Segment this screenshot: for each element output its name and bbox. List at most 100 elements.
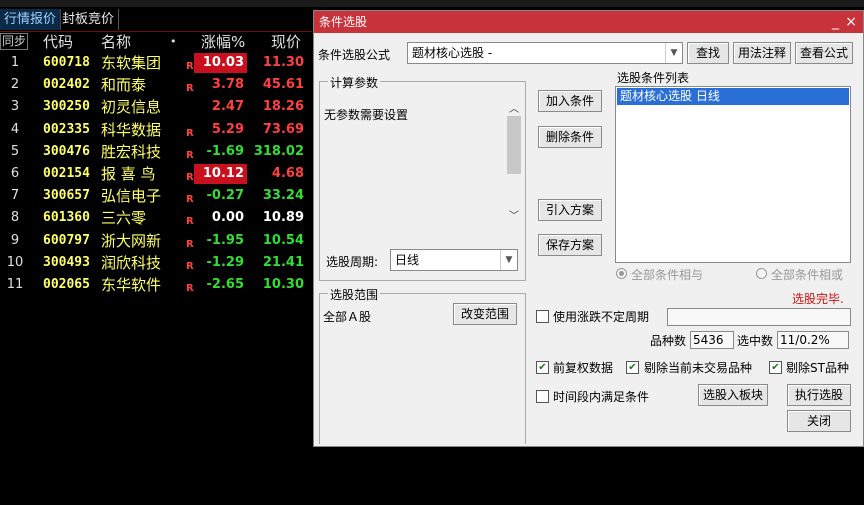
table-row[interactable]: 1 600718 东软集团 R 10.03 11.30: [0, 53, 312, 75]
import-plan-button[interactable]: 引入方案: [538, 199, 602, 221]
current-price: 73.69: [262, 121, 304, 137]
stock-name: 弘信电子: [101, 187, 162, 206]
view-formula-button[interactable]: 查看公式: [795, 42, 853, 64]
period-select[interactable]: 日线 ▼: [390, 249, 518, 271]
stock-name: 三六零: [101, 209, 147, 228]
scroll-up-icon[interactable]: ︿: [509, 100, 519, 115]
table-row[interactable]: 10 300493 润欣科技 R -1.29 21.41: [0, 253, 312, 275]
condition-list[interactable]: 题材核心选股 日线: [615, 86, 851, 263]
top-menu-strip: [0, 0, 864, 7]
delete-condition-button[interactable]: 删除条件: [538, 126, 602, 148]
table-row[interactable]: 11 002065 东华软件 R -2.65 10.30: [0, 275, 312, 297]
close-button[interactable]: 关闭: [787, 410, 851, 432]
add-condition-button[interactable]: 加入条件: [538, 90, 602, 112]
margin-flag: R: [186, 194, 194, 206]
stock-code: 300657: [43, 188, 90, 204]
change-percent: 10.12: [194, 163, 247, 184]
stock-name: 和而泰: [101, 76, 147, 95]
stock-code: 600718: [43, 55, 90, 70]
tab-quotes[interactable]: 行情报价: [0, 9, 62, 30]
use-period-checkbox[interactable]: [536, 310, 549, 323]
tab-bar: 行情报价 封板竞价: [0, 9, 312, 32]
formula-select[interactable]: 题材核心选股 - ▼: [407, 42, 683, 64]
sync-toggle[interactable]: 同步: [0, 33, 29, 50]
range-value: 全部Ａ股: [323, 310, 372, 324]
radio-and-label: 全部条件相与: [631, 268, 704, 282]
selected-label: 选中数: [737, 334, 774, 348]
formula-label: 条件选股公式: [318, 48, 391, 62]
row-index: 11: [6, 276, 24, 292]
stock-name: 科华数据: [101, 120, 162, 139]
current-price: 18.26: [262, 99, 304, 115]
time-range-checkbox[interactable]: [536, 390, 549, 403]
table-row[interactable]: 8 601360 三六零 R 0.00 10.89: [0, 208, 312, 230]
condition-list-label: 选股条件列表: [617, 71, 690, 85]
condition-select-dialog: 条件选股 _ × 条件选股公式 题材核心选股 - ▼ 查找 用法注释 查看公式 …: [313, 10, 864, 447]
scroll-thumb[interactable]: [507, 116, 521, 174]
tab-auction[interactable]: 封板竞价: [58, 9, 120, 30]
col-dot-header: •: [170, 35, 177, 48]
stock-code: 002154: [43, 165, 90, 181]
params-scrollbar[interactable]: ︿ ﹀: [507, 100, 521, 222]
chevron-down-icon: ▼: [500, 250, 517, 270]
execute-button[interactable]: 执行选股: [787, 384, 851, 406]
table-row[interactable]: 4 002335 科华数据 R 5.29 73.69: [0, 120, 312, 142]
row-index: 10: [6, 254, 24, 270]
exclude-st-checkbox[interactable]: ✔: [769, 361, 782, 374]
change-percent: 5.29: [211, 121, 244, 137]
current-price: 10.54: [262, 232, 304, 248]
stock-name: 东华软件: [101, 275, 162, 294]
change-percent: -0.27: [206, 188, 244, 204]
margin-flag: R: [186, 260, 194, 272]
change-percent: -1.69: [206, 143, 244, 159]
fq-label: 前复权数据: [553, 361, 614, 375]
margin-flag: R: [186, 127, 194, 139]
col-name-header[interactable]: 名称: [101, 32, 131, 52]
current-price: 4.68: [271, 165, 304, 181]
table-row[interactable]: 5 300476 胜宏科技 R -1.69 318.02: [0, 142, 312, 164]
margin-flag: R: [186, 83, 194, 95]
stock-name: 东软集团: [101, 54, 162, 72]
dialog-title: 条件选股: [319, 15, 368, 29]
range-group-title: 选股范围: [328, 286, 381, 303]
close-icon[interactable]: ×: [845, 11, 857, 33]
scroll-down-icon[interactable]: ﹀: [509, 207, 519, 222]
change-percent: -2.65: [206, 276, 244, 292]
table-row[interactable]: 2 002402 和而泰 R 3.78 45.61: [0, 75, 312, 97]
change-percent: 0.00: [211, 210, 244, 226]
find-button[interactable]: 查找: [687, 42, 729, 64]
exclude-untraded-checkbox[interactable]: ✔: [626, 361, 639, 374]
stock-name: 胜宏科技: [101, 142, 162, 161]
to-board-button[interactable]: 选股入板块: [698, 384, 768, 406]
selected-value: 11/0.2%: [777, 331, 849, 349]
exclude-untraded-label: 剔除当前未交易品种: [644, 361, 753, 375]
row-index: 3: [10, 99, 20, 115]
margin-flag: R: [186, 61, 194, 72]
condition-list-item[interactable]: 题材核心选股 日线: [617, 88, 849, 105]
minimize-icon[interactable]: _: [832, 11, 839, 33]
current-price: 21.41: [262, 254, 304, 270]
stock-name: 初灵信息: [101, 98, 162, 117]
margin-flag: R: [186, 149, 194, 161]
period-range-field[interactable]: [667, 308, 851, 326]
change-percent: 10.03: [194, 53, 247, 73]
table-row[interactable]: 3 300250 初灵信息 2.47 18.26: [0, 97, 312, 119]
stock-code: 300250: [43, 99, 90, 115]
stock-code: 601360: [43, 210, 90, 226]
fq-checkbox[interactable]: ✔: [536, 361, 549, 374]
col-change-header[interactable]: 涨幅%: [201, 32, 245, 52]
change-percent: -1.95: [206, 232, 244, 248]
current-price: 33.24: [262, 188, 304, 204]
change-range-button[interactable]: 改变范围: [453, 303, 517, 325]
radio-or[interactable]: [756, 268, 767, 279]
period-value: 日线: [395, 253, 420, 267]
table-row[interactable]: 7 300657 弘信电子 R -0.27 33.24: [0, 186, 312, 208]
col-price-header[interactable]: 现价: [271, 32, 301, 52]
save-plan-button[interactable]: 保存方案: [538, 234, 602, 256]
table-row[interactable]: 9 600797 浙大网新 R -1.95 10.54: [0, 231, 312, 253]
table-row[interactable]: 6 002154 报 喜 鸟 R 10.12 4.68: [0, 163, 312, 186]
col-code-header[interactable]: 代码: [43, 32, 73, 52]
usage-button[interactable]: 用法注释: [733, 42, 791, 64]
stock-code: 002335: [43, 121, 90, 137]
radio-and[interactable]: [616, 268, 627, 279]
